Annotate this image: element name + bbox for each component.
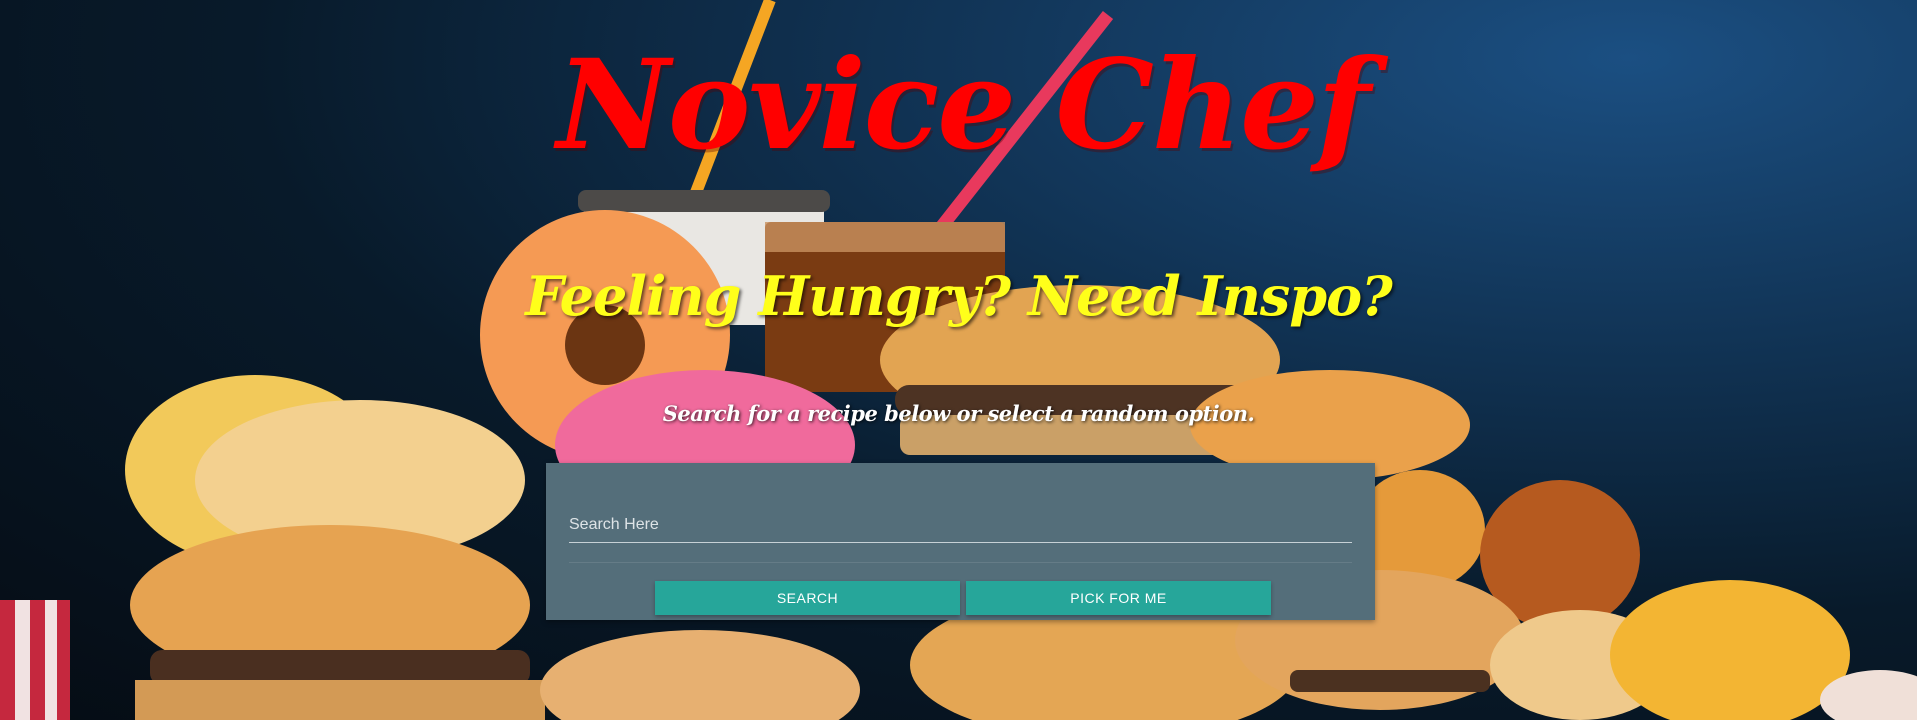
hero-section: Novice Chef Feeling Hungry? Need Inspo? … xyxy=(0,0,1917,720)
page-title: Novice Chef xyxy=(556,33,1371,178)
search-input[interactable] xyxy=(569,508,1352,543)
pick-for-me-button[interactable]: PICK FOR ME xyxy=(966,581,1271,615)
search-card: SEARCH PICK FOR ME xyxy=(546,463,1375,620)
hero-tagline: Search for a recipe below or select a ra… xyxy=(662,401,1255,426)
card-divider xyxy=(569,562,1352,563)
hero-subtitle: Feeling Hungry? Need Inspo? xyxy=(525,264,1392,328)
search-button[interactable]: SEARCH xyxy=(655,581,960,615)
